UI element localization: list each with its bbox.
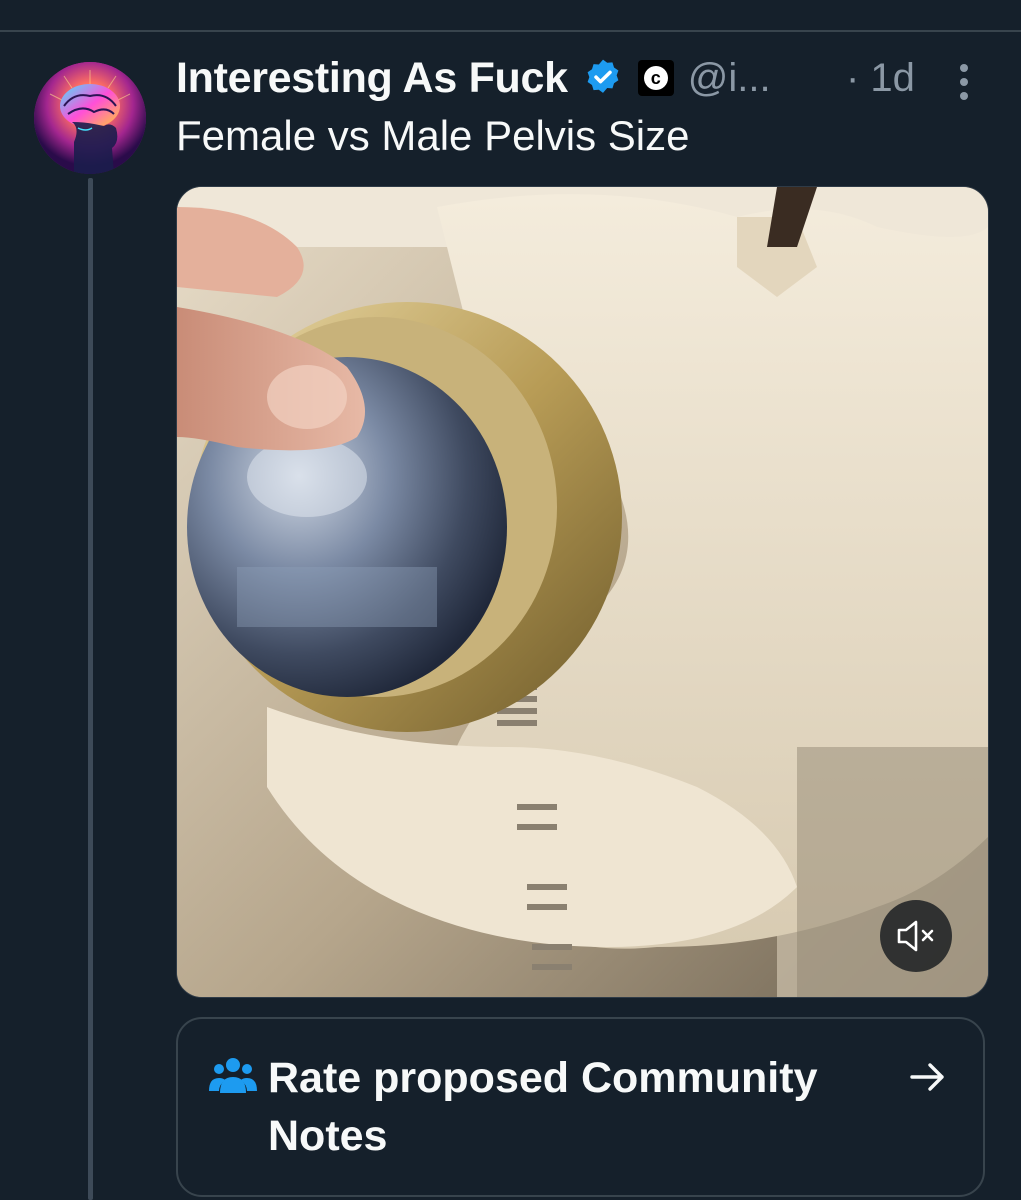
- community-people-icon: [209, 1058, 257, 1093]
- post-time[interactable]: · 1d: [846, 50, 915, 106]
- community-notes-card[interactable]: Rate proposed Community Notes: [176, 1017, 985, 1197]
- post-header: Interesting As Fuck c @i...: [176, 50, 771, 106]
- video-player[interactable]: [176, 186, 989, 998]
- avatar[interactable]: [34, 62, 146, 174]
- thread-line: [88, 178, 93, 1200]
- video-frame: [177, 187, 988, 997]
- arrow-right-icon: [910, 1063, 944, 1091]
- volume-muted-icon: [897, 920, 934, 952]
- affiliate-badge-icon[interactable]: c: [637, 60, 674, 96]
- community-notes-label: Rate proposed Community Notes: [268, 1054, 818, 1160]
- more-options-icon[interactable]: [948, 60, 980, 104]
- handle[interactable]: @i...: [688, 56, 771, 101]
- mute-button[interactable]: [880, 900, 952, 972]
- top-divider: [0, 30, 1021, 32]
- avatar-art: [34, 62, 146, 174]
- affiliate-badge-letter: c: [643, 66, 668, 90]
- display-name[interactable]: Interesting As Fuck: [176, 54, 568, 103]
- tweet-text: Female vs Male Pelvis Size: [176, 112, 690, 159]
- verified-badge-icon: [587, 59, 619, 93]
